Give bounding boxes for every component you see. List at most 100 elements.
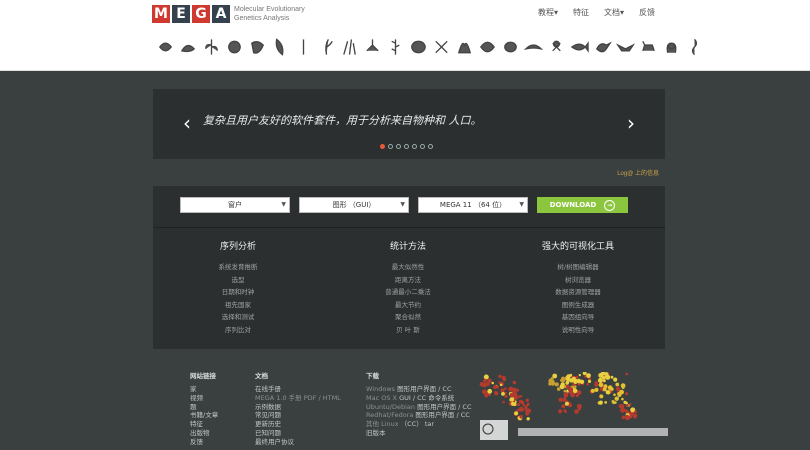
- map-user-dot: [621, 386, 625, 389]
- map-user-dot: [517, 408, 520, 412]
- carousel-dot[interactable]: [396, 144, 401, 149]
- feature-link[interactable]: 贝 叶 斯: [323, 324, 493, 337]
- feature-link[interactable]: 图例生成器: [493, 299, 663, 312]
- mega-logo[interactable]: M E G A: [152, 5, 232, 23]
- map-user-dot: [614, 401, 617, 404]
- download-link-windows[interactable]: Windows 图形用户界面 / CC: [366, 385, 476, 394]
- map-user-dot: [561, 404, 566, 409]
- site-header: M E G A Molecular Evolutionary Genetics …: [0, 0, 810, 71]
- footer-link[interactable]: 已知问题: [255, 429, 365, 438]
- map-user-dot: [512, 380, 517, 385]
- footer-link[interactable]: MEGA 1.0 手册 PDF / HTML: [255, 394, 365, 403]
- os-select-value: 窗户: [228, 201, 242, 209]
- seahorse-icon: [691, 38, 698, 56]
- map-user-dot: [604, 372, 609, 376]
- feature-link[interactable]: 数据资源管理器: [493, 286, 663, 299]
- nav-features[interactable]: 特征: [573, 7, 589, 18]
- feature-link[interactable]: 树浏览器: [493, 274, 663, 287]
- feature-link[interactable]: 最大似然性: [323, 261, 493, 274]
- leaf-icon: [275, 38, 284, 56]
- download-link-redhat[interactable]: Redhat/Fedora 图形用户界面 / CC: [366, 411, 476, 420]
- footer-link[interactable]: 在线手册: [255, 385, 365, 394]
- map-user-dot: [513, 402, 517, 407]
- map-user-dot: [502, 377, 507, 382]
- hero-tagline: 复杂且用户友好的软件套件，用于分析来自物种和 人口。: [203, 114, 482, 127]
- carousel-dot[interactable]: [380, 144, 385, 149]
- feature-link[interactable]: 距离方法: [323, 274, 493, 287]
- coral-icon: [457, 42, 472, 54]
- feature-link[interactable]: 选择和测试: [153, 311, 323, 324]
- download-button[interactable]: DOWNLOAD →: [537, 197, 628, 213]
- nematode-icon: [524, 44, 543, 51]
- carousel-dot[interactable]: [420, 144, 425, 149]
- feature-link[interactable]: 说明性向导: [493, 324, 663, 337]
- map-user-dot: [566, 374, 571, 379]
- feature-link[interactable]: 聚合似然: [323, 311, 493, 324]
- interface-select[interactable]: 图形 （GUI） ▼: [299, 197, 409, 213]
- map-user-dot: [576, 378, 582, 384]
- chevron-down-icon: ▼: [281, 201, 286, 208]
- map-user-dot: [526, 402, 530, 406]
- map-user-dot: [504, 387, 507, 390]
- nav-tutorials[interactable]: 教程▾: [538, 7, 558, 18]
- footer-link[interactable]: 最终用户协议: [255, 438, 365, 447]
- login-info-link[interactable]: Log@ 上的信息: [617, 168, 659, 177]
- carousel-dot[interactable]: [412, 144, 417, 149]
- feature-link[interactable]: 系统发育推断: [153, 261, 323, 274]
- carousel-next-arrow[interactable]: ›: [621, 111, 641, 135]
- version-select[interactable]: MEGA 11 （64 位） ▼: [418, 197, 528, 213]
- map-user-dot: [564, 401, 569, 406]
- fungus-icon: [251, 41, 264, 54]
- map-user-dot: [513, 388, 518, 393]
- map-user-dot: [594, 387, 599, 392]
- os-name: 其他 Linux: [366, 420, 399, 429]
- feature-link[interactable]: 祖先国家: [153, 299, 323, 312]
- nav-docs[interactable]: 文档▾: [604, 7, 624, 18]
- feature-link[interactable]: 日期和时钟: [153, 286, 323, 299]
- carousel-dot[interactable]: [428, 144, 433, 149]
- feature-link[interactable]: 最大节约: [323, 299, 493, 312]
- feature-link[interactable]: 序列比对: [153, 324, 323, 337]
- map-user-dot: [516, 402, 520, 407]
- feature-link[interactable]: 基因组向导: [493, 311, 663, 324]
- map-user-dot: [605, 390, 610, 395]
- os-select[interactable]: 窗户 ▼: [180, 197, 290, 213]
- plant-icon: [205, 39, 218, 55]
- carousel-prev-arrow[interactable]: ‹: [177, 111, 197, 135]
- map-user-dot: [578, 373, 581, 377]
- download-link-mac[interactable]: Mac OS X GUI / CC 命令系统: [366, 394, 476, 403]
- map-user-dot: [586, 373, 591, 378]
- feature-link[interactable]: 选型: [153, 274, 323, 287]
- logo-letter-g: G: [192, 5, 210, 23]
- antarctica-band: [518, 428, 668, 436]
- mosquito-icon: [366, 39, 379, 52]
- feature-link[interactable]: 树/树图编辑器: [493, 261, 663, 274]
- feature-link[interactable]: 普通最小二乘法: [323, 286, 493, 299]
- map-user-dot: [632, 413, 638, 419]
- carousel-dot[interactable]: [404, 144, 409, 149]
- bat-icon: [616, 43, 635, 52]
- map-user-dot: [574, 409, 579, 414]
- download-link-linux[interactable]: 其他 Linux （CC） tar: [366, 420, 476, 429]
- download-link-old-versions[interactable]: 旧版本: [366, 429, 476, 438]
- map-user-dot: [598, 400, 603, 405]
- carousel-dot[interactable]: [388, 144, 393, 149]
- nav-feedback[interactable]: 反馈: [639, 7, 655, 18]
- worm-icon: [180, 44, 196, 53]
- feature-columns: 序列分析 系统发育推断 选型 日期和时钟 祖先国家 选择和测试 序列比对 统计方…: [153, 239, 665, 336]
- footer-link[interactable]: 常见问题: [255, 411, 365, 420]
- map-user-dot: [558, 409, 563, 414]
- map-user-dot: [606, 376, 609, 379]
- footer-link[interactable]: 更新历史: [255, 420, 365, 429]
- map-user-dot: [556, 387, 561, 391]
- feature-column-sequence: 序列分析 系统发育推断 选型 日期和时钟 祖先国家 选择和测试 序列比对: [153, 239, 323, 336]
- footer-downloads: 下载 Windows 图形用户界面 / CC Mac OS X GUI / CC…: [366, 370, 476, 438]
- map-user-dot: [590, 388, 595, 393]
- map-user-dot: [522, 403, 526, 407]
- map-user-dot: [613, 377, 618, 382]
- map-user-dot: [520, 401, 525, 405]
- map-user-dot: [493, 384, 498, 390]
- map-user-dot: [586, 382, 589, 386]
- bacteria-icon: [158, 42, 173, 52]
- map-user-dot: [625, 392, 629, 396]
